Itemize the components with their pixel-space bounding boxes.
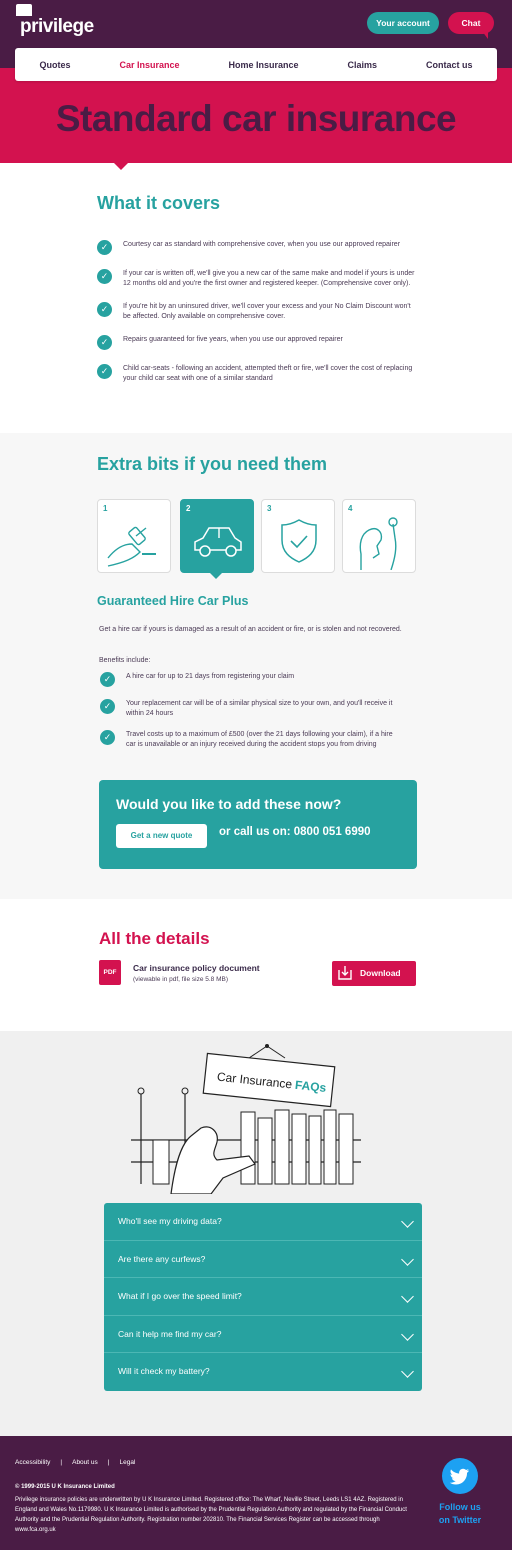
your-account-button[interactable]: Your account <box>367 12 439 34</box>
chat-bubble-tail <box>482 31 488 39</box>
nav-home-insurance[interactable]: Home Insurance <box>228 60 298 70</box>
nav-claims[interactable]: Claims <box>347 60 377 70</box>
gavel-icon <box>107 526 156 567</box>
benefits-list: ✓ A hire car for up to 21 days from regis… <box>100 672 400 763</box>
footer-link-accessibility[interactable]: Accessibility <box>15 1459 50 1466</box>
document-subtitle: (viewable in pdf, file size 5.8 MB) <box>133 976 229 983</box>
check-icon: ✓ <box>97 364 112 379</box>
chevron-down-icon <box>401 1327 414 1341</box>
list-item: ✓ If your car is written off, we'll give … <box>97 269 417 289</box>
extras-cards: 1 2 3 4 <box>97 499 417 573</box>
covers-heading: What it covers <box>97 193 221 213</box>
nav-contact-us[interactable]: Contact us <box>426 60 473 70</box>
check-icon: ✓ <box>97 302 112 317</box>
faq-item[interactable]: Are there any curfews? <box>104 1240 422 1279</box>
list-item: ✓ Travel costs up to a maximum of £500 (o… <box>100 730 400 750</box>
extras-heading: Extra bits if you need them <box>97 454 328 474</box>
check-icon: ✓ <box>100 672 115 687</box>
twitter-label[interactable]: Follow us on Twitter <box>436 1501 484 1527</box>
faq-item[interactable]: Who'll see my driving data? <box>104 1203 422 1241</box>
nav-quotes[interactable]: Quotes <box>39 60 70 70</box>
chevron-down-icon <box>401 1252 414 1266</box>
top-hat-icon <box>16 4 32 16</box>
faq-accordion: Who'll see my driving data? Are there an… <box>104 1203 422 1391</box>
check-icon: ✓ <box>100 730 115 745</box>
twitter-bird-icon <box>449 1468 469 1485</box>
hero-notch <box>113 162 129 170</box>
legal-text: Privilege insurance policies are underwr… <box>15 1497 407 1533</box>
list-item: ✓ Child car-seats - following an accident… <box>97 364 417 384</box>
card-notch <box>209 572 223 579</box>
chevron-down-icon <box>401 1365 414 1379</box>
faq-item[interactable]: Can it help me find my car? <box>104 1315 422 1354</box>
footer: Accessibility | About us | Legal © 1999-2015… <box>0 1436 512 1550</box>
shield-check-icon <box>281 519 317 563</box>
document-title[interactable]: Car insurance policy document <box>133 963 260 973</box>
nav-car-insurance[interactable]: Car Insurance <box>119 60 179 70</box>
get-quote-button[interactable]: Get a new quote <box>116 824 207 848</box>
faq-illustration: Car Insurance FAQs <box>131 1044 361 1194</box>
product-title: Guaranteed Hire Car Plus <box>97 594 249 608</box>
top-bar: privilege Your account Chat <box>0 0 512 48</box>
twitter-button[interactable] <box>442 1458 478 1494</box>
list-item: ✓ Courtesy car as standard with comprehen… <box>97 240 417 256</box>
check-icon: ✓ <box>97 269 112 284</box>
footer-separator: | <box>60 1459 63 1466</box>
copyright: © 1999-2015 U K Insurance Limited <box>15 1484 115 1490</box>
main-nav: Quotes Car Insurance Home Insurance Clai… <box>15 48 497 81</box>
product-description: Get a hire car if yours is damaged as a … <box>99 626 402 633</box>
chevron-down-icon <box>401 1290 414 1304</box>
covers-list: ✓ Courtesy car as standard with comprehen… <box>97 240 417 397</box>
list-item: ✓ A hire car for up to 21 days from regis… <box>100 672 400 688</box>
footer-links: Accessibility | About us | Legal <box>15 1459 145 1466</box>
footer-separator: | <box>107 1459 110 1466</box>
extra-card-2[interactable]: 2 <box>180 499 254 573</box>
check-icon: ✓ <box>97 335 112 350</box>
check-icon: ✓ <box>97 240 112 255</box>
list-item: ✓ If you're hit by an uninsured driver, w… <box>97 302 417 322</box>
footer-link-about[interactable]: About us <box>72 1459 98 1466</box>
list-item: ✓ Repairs guaranteed for five years, when… <box>97 335 417 351</box>
extra-card-3[interactable]: 3 <box>261 499 335 573</box>
extra-card-1[interactable]: 1 <box>97 499 171 573</box>
list-item: ✓ Your replacement car will be of a simil… <box>100 699 400 719</box>
extra-card-4[interactable]: 4 <box>342 499 416 573</box>
car-icon <box>194 527 242 557</box>
mechanic-icon <box>359 517 398 570</box>
page-title: Standard car insurance <box>55 98 457 139</box>
footer-link-legal[interactable]: Legal <box>119 1459 135 1466</box>
chevron-down-icon <box>401 1215 414 1228</box>
pdf-icon: PDF <box>99 960 121 985</box>
logo[interactable]: privilege <box>20 16 94 38</box>
details-heading: All the details <box>99 929 210 948</box>
faq-item[interactable]: Will it check my battery? <box>104 1353 422 1391</box>
page: privilege Your account Chat Quotes Car I… <box>0 0 512 1550</box>
check-icon: ✓ <box>100 699 115 714</box>
benefits-label: Benefits include: <box>99 657 151 664</box>
download-button[interactable]: Download <box>332 961 416 986</box>
faq-item[interactable]: What if I go over the speed limit? <box>104 1278 422 1316</box>
cta-title: Would you like to add these now? <box>116 796 342 812</box>
download-icon <box>338 966 352 980</box>
cta-box: Would you like to add these now? Get a n… <box>99 780 417 869</box>
call-us-text[interactable]: or call us on: 0800 051 6990 <box>219 826 371 838</box>
